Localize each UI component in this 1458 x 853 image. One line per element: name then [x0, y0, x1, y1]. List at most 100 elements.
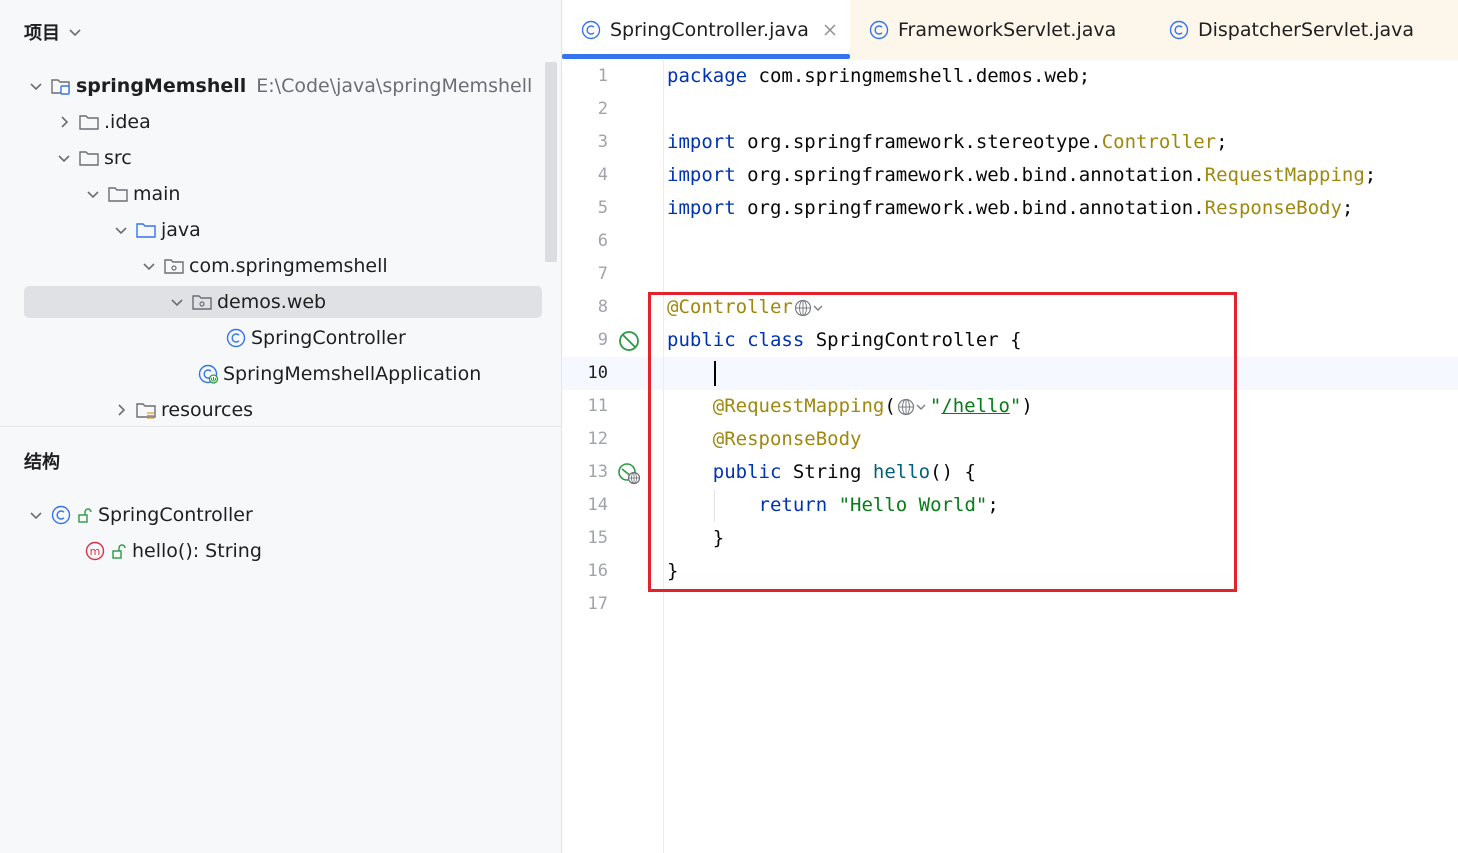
class-icon — [581, 20, 601, 40]
line-number: 8 — [597, 297, 608, 317]
tab-springcontroller-java[interactable]: SpringController.java — [562, 0, 850, 60]
tree-item-label: .idea — [104, 111, 151, 133]
tree-item-springmemshell[interactable]: springMemshell E:\Code\java\springMemshe… — [0, 68, 545, 104]
line-number: 17 — [587, 594, 608, 614]
line-number: 15 — [587, 528, 608, 548]
tree-item-com-springmemshell[interactable]: com.springmemshell — [0, 248, 545, 284]
tree-item-label: java — [161, 219, 201, 241]
tree-item-label: springMemshell — [76, 75, 247, 97]
line-number: 1 — [597, 66, 608, 86]
line-number: 5 — [597, 198, 608, 218]
project-tree-scrollbar[interactable] — [545, 62, 557, 262]
tree-item-label: demos.web — [217, 291, 327, 313]
class-icon — [869, 20, 889, 40]
active-tab-indicator — [562, 54, 850, 59]
panel-divider[interactable] — [0, 426, 562, 427]
request-mapping-globe-icon[interactable] — [617, 461, 641, 485]
code-text: ; — [1364, 164, 1377, 186]
line-number: 12 — [587, 429, 608, 449]
tree-item-label: main — [133, 183, 181, 205]
line-number: 9 — [597, 330, 608, 350]
chevron-right-icon[interactable] — [56, 114, 72, 130]
code-text: org.springframework.web.bind.annotation. — [735, 164, 1205, 186]
line-number-current: 10 — [587, 363, 608, 383]
chevron-down-icon[interactable] — [113, 222, 129, 238]
chevron-down-icon[interactable] — [28, 78, 44, 94]
line-number: 7 — [597, 264, 608, 284]
package-icon — [164, 259, 184, 274]
folder-icon — [79, 115, 99, 130]
project-panel-title: 项目 — [24, 23, 60, 44]
tree-item-label: resources — [161, 399, 254, 421]
code-text: org.springframework.web.bind.annotation. — [735, 197, 1205, 219]
chevron-down-icon[interactable] — [56, 150, 72, 166]
class-icon — [51, 505, 71, 525]
folder-icon — [108, 187, 128, 202]
tree-item-main[interactable]: main — [0, 176, 545, 212]
tree-item-label: SpringMemshellApplication — [223, 363, 482, 385]
structure-item-springcontroller[interactable]: SpringController — [0, 497, 545, 533]
class-icon — [226, 328, 246, 348]
class-icon — [1169, 20, 1189, 40]
tree-item-label: SpringController — [251, 327, 406, 349]
code-line-1: package com.springmemshell.demos.web; — [667, 60, 1090, 93]
code-line-4: import org.springframework.web.bind.anno… — [667, 159, 1376, 192]
line-number: 16 — [587, 561, 608, 581]
bean-no-autowire-icon[interactable] — [617, 329, 641, 353]
annotation-highlight-box — [648, 292, 1237, 592]
line-number: 6 — [597, 231, 608, 251]
chevron-down-icon[interactable] — [141, 258, 157, 274]
structure-item-label: SpringController — [98, 504, 253, 526]
chevron-down-icon — [69, 29, 81, 37]
tree-item-src[interactable]: src — [0, 140, 545, 176]
chevron-down-icon[interactable] — [169, 294, 185, 310]
tree-item-path: E:\Code\java\springMemshell — [256, 75, 533, 97]
project-panel-header[interactable]: 项目 — [24, 20, 82, 44]
package-icon — [192, 295, 212, 310]
line-number-gutter[interactable]: 1 2 3 4 5 6 7 8 9 10 11 12 13 14 15 16 1… — [562, 60, 662, 853]
tab-label: FrameworkServlet.java — [898, 19, 1117, 41]
structure-panel-title: 结构 — [24, 452, 60, 473]
line-number: 4 — [597, 165, 608, 185]
method-icon: m — [85, 541, 105, 561]
structure-panel-header: 结构 — [24, 449, 60, 473]
tab-dispatcherservlet-java[interactable]: DispatcherServlet.java — [1150, 0, 1458, 60]
code-text: com.springmemshell.demos.web; — [747, 65, 1091, 87]
line-number: 11 — [587, 396, 608, 416]
code-line-5: import org.springframework.web.bind.anno… — [667, 192, 1353, 225]
public-visibility-icon — [78, 508, 92, 523]
tab-frameworkservlet-java[interactable]: FrameworkServlet.java — [850, 0, 1150, 60]
keyword: import — [667, 164, 736, 186]
chevron-down-icon[interactable] — [28, 507, 44, 523]
application-class-icon — [198, 364, 219, 384]
source-folder-icon — [136, 223, 156, 238]
resources-folder-icon — [136, 403, 156, 419]
svg-text:m: m — [90, 545, 101, 558]
structure-item-hello[interactable]: m hello(): String — [0, 533, 545, 569]
project-tool-window: 项目 springMemshell E:\Code\java\springMem… — [0, 0, 562, 853]
tree-item-demos-web[interactable]: demos.web — [0, 284, 545, 320]
keyword: import — [667, 131, 736, 153]
keyword: import — [667, 197, 736, 219]
line-number: 14 — [587, 495, 608, 515]
tree-item-label: com.springmemshell — [189, 255, 388, 277]
editor-tab-bar: SpringController.java FrameworkServlet.j… — [562, 0, 1458, 60]
code-line-3: import org.springframework.stereotype.Co… — [667, 126, 1228, 159]
code-text: org.springframework.stereotype. — [735, 131, 1102, 153]
tab-label: SpringController.java — [610, 19, 809, 41]
tree-item-springcontroller[interactable]: SpringController — [0, 320, 545, 356]
keyword: package — [667, 65, 748, 87]
tab-label: DispatcherServlet.java — [1198, 19, 1415, 41]
line-number: 3 — [597, 132, 608, 152]
tree-item-springmemshellapplication[interactable]: SpringMemshellApplication — [0, 356, 545, 392]
chevron-down-icon[interactable] — [85, 186, 101, 202]
line-number: 2 — [597, 99, 608, 119]
tree-item-idea[interactable]: .idea — [0, 104, 545, 140]
tree-item-resources[interactable]: resources — [0, 392, 545, 428]
chevron-right-icon[interactable] — [113, 402, 129, 418]
folder-icon — [79, 151, 99, 166]
module-folder-icon — [51, 79, 70, 95]
tree-item-java[interactable]: java — [0, 212, 545, 248]
class-ref: RequestMapping — [1204, 164, 1365, 186]
close-icon[interactable] — [823, 23, 837, 37]
